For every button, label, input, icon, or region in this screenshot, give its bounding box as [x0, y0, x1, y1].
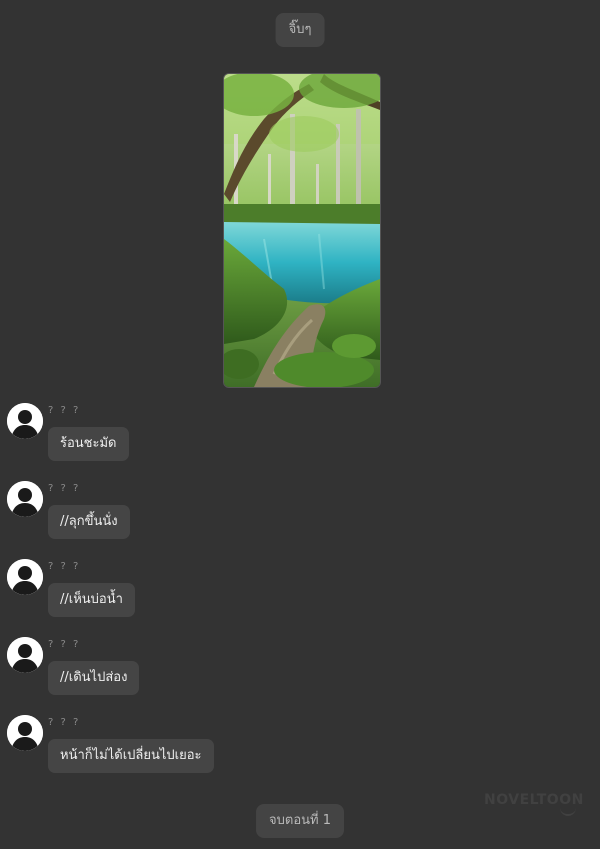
avatar[interactable] [7, 637, 43, 673]
user-silhouette-icon [7, 481, 43, 517]
forest-pond-image[interactable] [223, 73, 381, 388]
sender-name: ? ? ? [48, 639, 81, 650]
chat-message: ? ? ? หน้าก็ไม่ได้เปลี่ยนไปเยอะ [7, 715, 407, 777]
message-bubble: ร้อนชะมัด [48, 427, 129, 461]
sender-name: ? ? ? [48, 405, 81, 416]
user-silhouette-icon [7, 559, 43, 595]
chat-message: ? ? ? //เห็นบ่อน้ำ [7, 559, 407, 621]
user-silhouette-icon [7, 637, 43, 673]
sender-name: ? ? ? [48, 561, 81, 572]
avatar[interactable] [7, 715, 43, 751]
user-silhouette-icon [7, 715, 43, 751]
chapter-start-label: จิ๊บๆ [275, 13, 325, 47]
user-silhouette-icon [7, 403, 43, 439]
message-bubble: //ลุกขึ้นนั่ง [48, 505, 130, 539]
avatar[interactable] [7, 481, 43, 517]
message-bubble: //เห็นบ่อน้ำ [48, 583, 135, 617]
sender-name: ? ? ? [48, 717, 81, 728]
message-bubble: //เดินไปส่อง [48, 661, 140, 695]
chat-message: ? ? ? ร้อนชะมัด [7, 403, 407, 465]
avatar[interactable] [7, 559, 43, 595]
forest-pond-illustration [224, 74, 380, 387]
avatar[interactable] [7, 403, 43, 439]
sender-name: ? ? ? [48, 483, 81, 494]
chat-message: ? ? ? //เดินไปส่อง [7, 637, 407, 699]
watermark-smile-icon [560, 806, 576, 816]
chat-message: ? ? ? //ลุกขึ้นนั่ง [7, 481, 407, 543]
message-bubble: หน้าก็ไม่ได้เปลี่ยนไปเยอะ [48, 739, 214, 773]
chapter-end-label: จบตอนที่ 1 [256, 804, 344, 838]
